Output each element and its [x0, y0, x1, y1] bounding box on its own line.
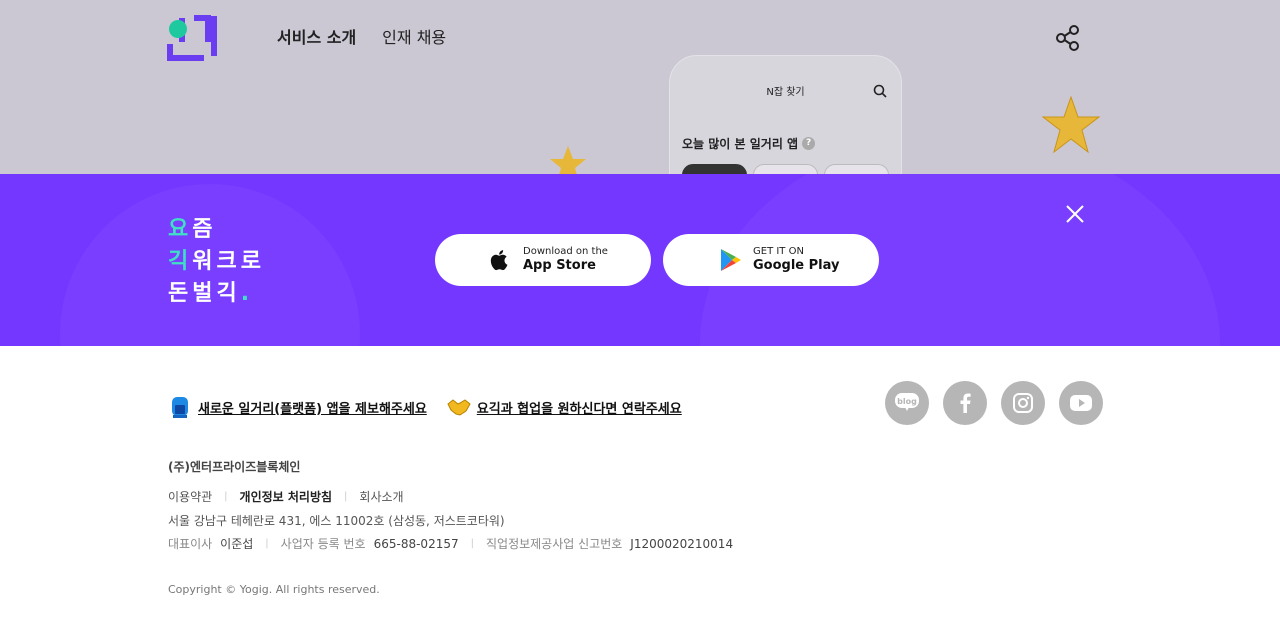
help-icon: ?: [802, 137, 816, 150]
copyright: Copyright © Yogig. All rights reserved.: [168, 583, 380, 596]
instagram-icon[interactable]: [1001, 381, 1045, 425]
phone-section-heading: 오늘 많이 본 일거리 앱 ?: [682, 135, 816, 152]
main-nav: 서비스 소개 인재 채용: [277, 26, 446, 50]
header: 서비스 소개 인재 채용 N잡 찾기 오늘 많이 본 일거리 앱 ?: [0, 0, 1280, 174]
phone-mockup: N잡 찾기 오늘 많이 본 일거리 앱 ?: [669, 55, 902, 174]
ceo-name: 이준섭: [220, 537, 254, 551]
share-icon[interactable]: [1054, 24, 1082, 52]
footer-contact-links: 새로운 일거리(플랫폼) 앱을 제보해주세요 요긱과 협업을 원하신다면 연락주…: [168, 395, 682, 419]
business-number-label: 사업자 등록 번호: [280, 537, 366, 551]
google-play-subtitle: GET IT ON: [753, 245, 804, 257]
slogan-line-3: 돈벌긱.: [168, 281, 254, 306]
slogan-line-1: 요즘: [168, 217, 217, 242]
apple-icon: [487, 247, 513, 273]
slogan-line-2: 긱워크로: [168, 249, 265, 274]
close-icon[interactable]: [1064, 203, 1086, 225]
yogig-logo[interactable]: [164, 12, 222, 62]
company-address: 서울 강남구 테헤란로 431, 에스 11002호 (삼성동, 저스트코타워): [168, 514, 505, 528]
business-info: 대표이사 이준섭 | 사업자 등록 번호 665-88-02157 | 직업정보…: [168, 535, 733, 552]
legal-links: 이용약관 | 개인정보 처리방침 | 회사소개: [168, 488, 404, 505]
report-app-link[interactable]: 새로운 일거리(플랫폼) 앱을 제보해주세요: [168, 395, 427, 419]
app-download-banner: 요즘 긱워크로 돈벌긱. Download on the App Store G…: [0, 174, 1280, 346]
mailbox-icon: [168, 395, 192, 419]
terms-link[interactable]: 이용약관: [168, 488, 212, 505]
svg-text:blog: blog: [897, 397, 917, 406]
chip: [824, 164, 889, 174]
business-number: 665-88-02157: [373, 536, 459, 551]
divider: |: [470, 538, 474, 549]
blog-icon[interactable]: blog: [885, 381, 929, 425]
google-play-icon: [717, 247, 743, 273]
google-play-button[interactable]: GET IT ON Google Play: [663, 234, 879, 286]
social-links: blog: [885, 381, 1103, 425]
nav-recruit[interactable]: 인재 채용: [382, 26, 446, 50]
handshake-icon: [447, 395, 471, 419]
phone-filter-chips: [682, 164, 889, 174]
facebook-icon[interactable]: [943, 381, 987, 425]
privacy-policy-link[interactable]: 개인정보 처리방침: [240, 488, 333, 505]
divider: |: [224, 491, 228, 502]
banner-slogan: 요즘 긱워크로 돈벌긱.: [168, 214, 265, 310]
company-name: (주)엔터프라이즈블록체인: [168, 460, 301, 474]
google-play-title: Google Play: [753, 258, 840, 274]
phone-title: N잡 찾기: [766, 87, 805, 98]
app-store-title: App Store: [523, 258, 596, 274]
app-store-subtitle: Download on the: [523, 245, 608, 257]
partnership-link[interactable]: 요긱과 협업을 원하신다면 연락주세요: [447, 395, 682, 419]
star-decoration-icon: [548, 144, 588, 174]
divider: |: [344, 491, 348, 502]
chip: [682, 164, 747, 174]
app-store-button[interactable]: Download on the App Store: [435, 234, 651, 286]
star-decoration-icon: [1040, 95, 1102, 155]
search-icon: [873, 83, 887, 98]
youtube-icon[interactable]: [1059, 381, 1103, 425]
chip: [753, 164, 818, 174]
nav-service-intro[interactable]: 서비스 소개: [277, 26, 356, 50]
job-info-license-label: 직업정보제공사업 신고번호: [485, 537, 623, 551]
company-intro-link[interactable]: 회사소개: [359, 488, 403, 505]
divider: |: [265, 538, 269, 549]
job-info-license-number: J1200020210014: [630, 536, 734, 551]
ceo-label: 대표이사: [168, 537, 213, 551]
